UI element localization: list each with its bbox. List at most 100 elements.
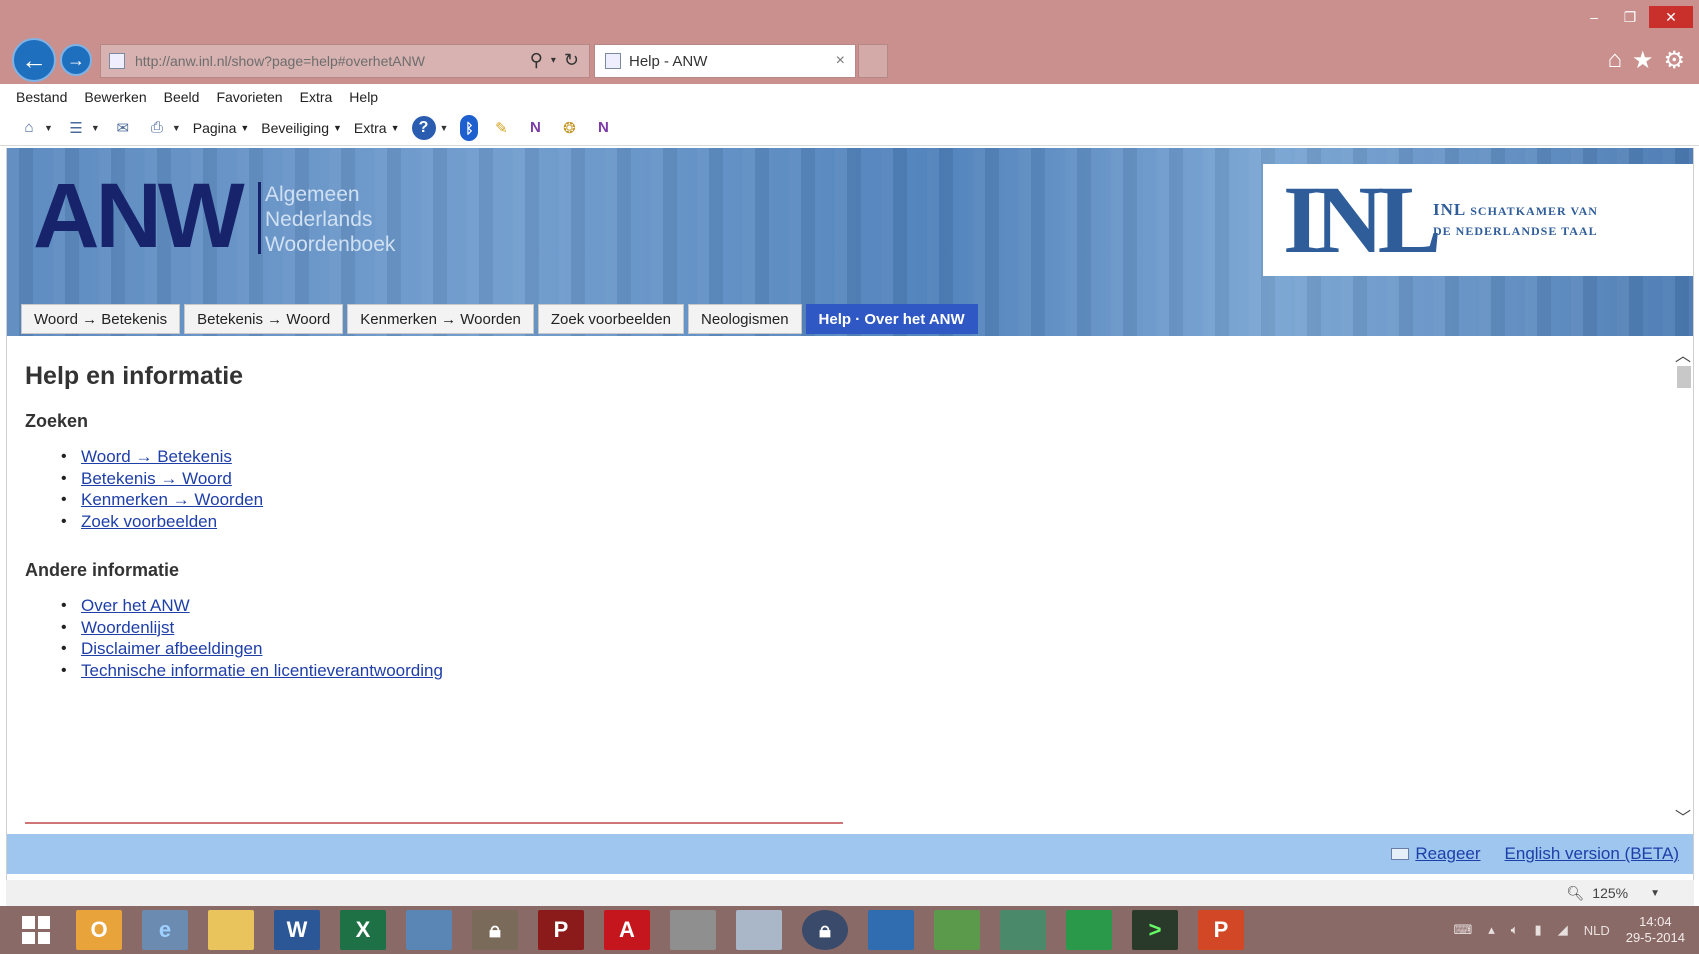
extra-menu[interactable]: Extra ▼ (354, 120, 400, 136)
section-heading-zoeken: Zoeken (25, 411, 89, 431)
clock-date: 29-5-2014 (1625, 930, 1685, 945)
menu-bewerken[interactable]: Bewerken (84, 89, 146, 105)
onenote-send-icon[interactable]: N (592, 118, 614, 138)
read-mail-icon[interactable]: ✉ (112, 118, 134, 138)
clock[interactable]: 14:04 29-5-2014 (1626, 914, 1685, 946)
dropdown-icon[interactable]: ▾ (551, 50, 556, 72)
home-icon[interactable]: ⌂ (18, 118, 40, 138)
back-button[interactable]: ← (12, 38, 56, 82)
home-icon[interactable]: ⌂ (1607, 46, 1622, 75)
remote-desktop-icon[interactable] (406, 910, 452, 950)
beveiliging-menu[interactable]: Beveiliging ▼ (261, 120, 342, 136)
dropdown-icon: ▼ (390, 122, 400, 133)
keyboard-icon[interactable]: ⌨ (1453, 922, 1472, 938)
zoom-level[interactable]: 125% (1592, 885, 1628, 901)
close-tab-icon[interactable]: × (836, 52, 845, 70)
store-icon[interactable] (1066, 910, 1112, 950)
menu-help[interactable]: Help (349, 89, 378, 105)
computer-icon[interactable] (868, 910, 914, 950)
tab-betekenis-woord[interactable]: Betekenis → Woord (184, 304, 344, 334)
link-woord-betekenis[interactable]: Woord → Betekenis (81, 447, 232, 466)
anw-logo[interactable]: ANW (33, 170, 245, 262)
list-item: Kenmerken → Woorden (61, 489, 1645, 511)
refresh-icon[interactable]: ↻ (564, 50, 579, 72)
anw-subtitle: Algemeen Nederlands Woordenboek (265, 182, 395, 257)
menu-extra[interactable]: Extra (300, 89, 333, 105)
vertical-scrollbar[interactable]: ︿ ﹀ (1673, 336, 1693, 834)
signal-icon[interactable]: ◢ (1558, 922, 1568, 938)
menu-favorieten[interactable]: Favorieten (216, 89, 282, 105)
dropdown-icon[interactable]: ▼ (44, 123, 53, 133)
link-kenmerken-woorden[interactable]: Kenmerken → Woorden (81, 490, 263, 509)
dropdown-icon[interactable]: ▼ (1650, 888, 1660, 899)
word-icon[interactable]: W (274, 910, 320, 950)
url-text[interactable]: http://anw.inl.nl/show?page=help#overhet… (135, 53, 530, 69)
network-icon[interactable] (1000, 910, 1046, 950)
link-disclaimer-afbeeldingen[interactable]: Disclaimer afbeeldingen (81, 639, 262, 658)
tab-neologismen[interactable]: Neologismen (687, 304, 802, 334)
favorites-star-icon[interactable]: ★ (1632, 46, 1654, 75)
tab-zoek-voorbeelden[interactable]: Zoek voorbeelden (537, 304, 684, 334)
list-item: Betekenis → Woord (61, 468, 1645, 490)
menu-beeld[interactable]: Beeld (164, 89, 200, 105)
internet-explorer-icon[interactable]: e (142, 910, 188, 950)
chevron-down-icon[interactable]: ﹀ (1675, 804, 1691, 828)
pdf-editor-icon[interactable]: P (538, 910, 584, 950)
link-over-het-anw[interactable]: Over het ANW (81, 596, 190, 615)
inl-tagline: INL SCHATKAMER VAN DE NEDERLANDSE TAAL (1433, 200, 1598, 241)
site-nav-tabs: Woord → Betekenis Betekenis → Woord Kenm… (21, 304, 978, 334)
link-betekenis-woord[interactable]: Betekenis → Woord (81, 469, 232, 488)
bluetooth-icon[interactable]: ᛒ (460, 114, 479, 141)
dropdown-icon[interactable]: ▼ (172, 123, 181, 133)
notepad-icon[interactable] (736, 910, 782, 950)
link-woordenlijst[interactable]: Woordenlijst (81, 618, 174, 637)
dropdown-icon[interactable]: ▼ (91, 123, 100, 133)
security-app-icon[interactable]: 🔒︎ (472, 910, 518, 950)
tab-help-over-het-anw[interactable]: Help · Over het ANW (805, 304, 978, 334)
volume-icon[interactable]: 🔈︎ (1511, 922, 1519, 938)
language-indicator[interactable]: NLD (1584, 923, 1610, 938)
chevron-up-icon[interactable]: ︿ (1675, 342, 1691, 366)
list-item: Woord → Betekenis (61, 446, 1645, 468)
status-bar: 🔍︎ 125% ▼ (6, 880, 1694, 906)
scrollbar-thumb[interactable] (1677, 366, 1691, 388)
print-icon[interactable]: ⎙ (146, 118, 168, 138)
help-icon[interactable]: ? (411, 115, 436, 140)
terminal-icon[interactable]: > (1132, 910, 1178, 950)
pen-icon[interactable]: ✎ (490, 118, 512, 138)
english-version-link[interactable]: English version (BETA) (1505, 844, 1679, 864)
minimize-button[interactable]: – (1577, 6, 1611, 28)
menu-bestand[interactable]: Bestand (16, 89, 67, 105)
dropdown-icon[interactable]: ▼ (440, 123, 449, 133)
acrobat-icon[interactable]: A (604, 910, 650, 950)
chevron-up-icon[interactable]: ▴ (1488, 922, 1495, 938)
file-explorer-icon[interactable] (208, 910, 254, 950)
restore-button[interactable]: ❐ (1613, 6, 1647, 28)
network-signal-icon[interactable]: ▮ (1535, 922, 1542, 938)
powerpoint-icon[interactable]: P (1198, 910, 1244, 950)
excel-icon[interactable]: X (340, 910, 386, 950)
pagina-menu[interactable]: Pagina ▼ (193, 120, 250, 136)
onenote-icon[interactable]: N (524, 118, 546, 138)
outlook-icon[interactable]: O (76, 910, 122, 950)
new-tab-button[interactable] (858, 44, 888, 78)
address-bar[interactable]: http://anw.inl.nl/show?page=help#overhet… (100, 44, 590, 78)
tab-kenmerken-woorden[interactable]: Kenmerken → Woorden (347, 304, 534, 334)
reageer-link[interactable]: Reageer (1415, 844, 1480, 864)
keepass-icon[interactable]: 🔒︎ (802, 910, 848, 950)
list-item: Zoek voorbeelden (61, 511, 1645, 533)
tab-woord-betekenis[interactable]: Woord → Betekenis (21, 304, 181, 334)
search-icon[interactable]: ⚲ (530, 50, 543, 72)
inl-logo-box[interactable]: INL INL SCHATKAMER VAN DE NEDERLANDSE TA… (1263, 164, 1693, 276)
research-icon[interactable]: ❂ (558, 118, 580, 138)
close-window-button[interactable]: ✕ (1649, 6, 1693, 28)
forward-button[interactable]: → (60, 44, 92, 76)
link-technische-informatie[interactable]: Technische informatie en licentieverantw… (81, 661, 443, 680)
link-zoek-voorbeelden[interactable]: Zoek voorbeelden (81, 512, 217, 531)
gear-icon[interactable]: ⚙ (1663, 46, 1685, 75)
paint-icon[interactable] (934, 910, 980, 950)
tools-icon[interactable] (670, 910, 716, 950)
browser-tab-active[interactable]: Help - ANW × (594, 44, 856, 78)
rss-feed-icon[interactable]: ☰ (65, 118, 87, 138)
start-button[interactable] (16, 910, 56, 950)
